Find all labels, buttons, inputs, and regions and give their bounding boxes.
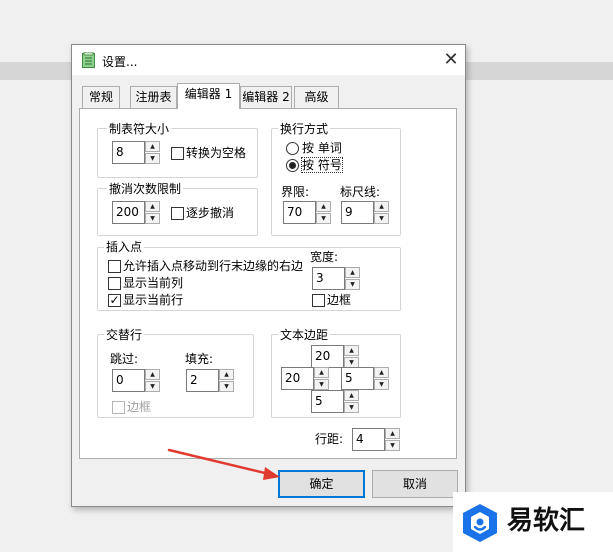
caret-border-checkbox[interactable] bbox=[312, 294, 325, 307]
spin-up-icon[interactable]: ▲ bbox=[345, 267, 360, 278]
tab-advanced[interactable]: 高级 bbox=[294, 86, 339, 108]
alternate-border-label: 边框 bbox=[127, 400, 152, 414]
show-column-label: 显示当前列 bbox=[123, 276, 184, 290]
undo-limit-label: 撤消次数限制 bbox=[107, 182, 184, 196]
fill-label: 填充: bbox=[185, 352, 214, 366]
spin-down-icon[interactable]: ▼ bbox=[374, 213, 389, 224]
ruler-input[interactable]: 9 bbox=[341, 201, 374, 224]
undo-limit-input[interactable]: 200 bbox=[112, 201, 145, 224]
show-row-label: 显示当前行 bbox=[123, 293, 184, 307]
cancel-button[interactable]: 取消 bbox=[372, 470, 458, 498]
ruler-spinner: 9 ▲ ▼ bbox=[341, 201, 389, 224]
margin-bottom-spinner: 5 ▲ ▼ bbox=[311, 390, 359, 413]
title-bar: 设置... ✕ bbox=[72, 45, 465, 75]
wrap-mode-label: 换行方式 bbox=[278, 122, 331, 136]
spin-up-icon[interactable]: ▲ bbox=[314, 367, 329, 378]
close-icon[interactable]: ✕ bbox=[438, 47, 464, 73]
settings-dialog: 设置... ✕ 常规 注册表 编辑器 1 编辑器 2 高级 制表符大小 8 ▲ … bbox=[71, 44, 466, 507]
step-undo-checkbox[interactable] bbox=[171, 207, 184, 220]
spin-down-icon[interactable]: ▼ bbox=[344, 402, 359, 413]
skip-spinner: 0 ▲ ▼ bbox=[112, 369, 160, 392]
spin-up-icon[interactable]: ▲ bbox=[145, 369, 160, 380]
line-spacing-label: 行距: bbox=[315, 432, 344, 446]
tab-editor-2[interactable]: 编辑器 2 bbox=[240, 86, 292, 108]
caret-width-spinner: 3 ▲ ▼ bbox=[312, 267, 360, 290]
caret-width-label: 宽度: bbox=[310, 250, 339, 264]
caret-border-label: 边框 bbox=[327, 293, 352, 307]
ruler-label: 标尺线: bbox=[340, 185, 381, 199]
editor-panel: 制表符大小 8 ▲ ▼ 转换为空格 撤消次数限制 200 ▲ ▼ 逐步撤消 换行… bbox=[79, 108, 457, 459]
spin-down-icon[interactable]: ▼ bbox=[145, 381, 160, 392]
spin-up-icon[interactable]: ▲ bbox=[344, 345, 359, 356]
step-undo-label: 逐步撤消 bbox=[186, 206, 235, 220]
watermark: 易软汇 bbox=[453, 492, 613, 552]
spin-up-icon[interactable]: ▲ bbox=[374, 201, 389, 212]
undo-limit-spinner: 200 ▲ ▼ bbox=[112, 201, 160, 224]
spin-down-icon[interactable]: ▼ bbox=[385, 440, 400, 451]
red-arrow-annotation bbox=[167, 448, 280, 480]
tab-general[interactable]: 常规 bbox=[82, 86, 120, 108]
limit-label: 界限: bbox=[281, 185, 310, 199]
wrap-by-char-label: 按 符号 bbox=[301, 157, 343, 173]
wrap-by-char-radio[interactable] bbox=[286, 159, 299, 172]
spin-down-icon[interactable]: ▼ bbox=[145, 213, 160, 224]
fill-input[interactable]: 2 bbox=[186, 369, 219, 392]
tab-size-spinner: 8 ▲ ▼ bbox=[112, 141, 160, 164]
tab-registry[interactable]: 注册表 bbox=[130, 86, 177, 108]
show-row-checkbox[interactable]: ✓ bbox=[108, 294, 121, 307]
caret-width-input[interactable]: 3 bbox=[312, 267, 345, 290]
spin-up-icon[interactable]: ▲ bbox=[344, 390, 359, 401]
wrap-by-word-radio[interactable] bbox=[286, 142, 299, 155]
text-margins-label: 文本边距 bbox=[278, 328, 331, 342]
spin-down-icon[interactable]: ▼ bbox=[219, 381, 234, 392]
convert-spaces-label: 转换为空格 bbox=[186, 146, 247, 160]
alternate-border-checkbox bbox=[112, 401, 125, 414]
tab-size-label: 制表符大小 bbox=[107, 122, 172, 136]
limit-spinner: 70 ▲ ▼ bbox=[283, 201, 331, 224]
skip-label: 跳过: bbox=[110, 352, 139, 366]
tab-editor-1[interactable]: 编辑器 1 bbox=[177, 83, 240, 109]
line-spacing-spinner: 4 ▲ ▼ bbox=[352, 428, 400, 451]
spin-up-icon[interactable]: ▲ bbox=[374, 367, 389, 378]
line-spacing-input[interactable]: 4 bbox=[352, 428, 385, 451]
dialog-title: 设置... bbox=[102, 55, 138, 69]
caret-label: 插入点 bbox=[104, 240, 145, 254]
show-column-checkbox[interactable] bbox=[108, 277, 121, 290]
spin-down-icon[interactable]: ▼ bbox=[145, 153, 160, 164]
spin-down-icon[interactable]: ▼ bbox=[374, 379, 389, 390]
convert-spaces-checkbox[interactable] bbox=[171, 147, 184, 160]
margin-right-input[interactable]: 5 bbox=[341, 367, 374, 390]
skip-input[interactable]: 0 bbox=[112, 369, 145, 392]
wrap-by-word-label: 按 单词 bbox=[302, 141, 342, 155]
spin-down-icon[interactable]: ▼ bbox=[314, 379, 329, 390]
spin-down-icon[interactable]: ▼ bbox=[345, 279, 360, 290]
fill-spinner: 2 ▲ ▼ bbox=[186, 369, 234, 392]
spin-up-icon[interactable]: ▲ bbox=[145, 141, 160, 152]
ok-button[interactable]: 确定 bbox=[278, 470, 365, 498]
watermark-logo-icon bbox=[459, 502, 501, 544]
margin-left-spinner: 20 ▲ ▼ bbox=[281, 367, 329, 390]
alternate-rows-label: 交替行 bbox=[104, 328, 145, 342]
margin-left-input[interactable]: 20 bbox=[281, 367, 314, 390]
margin-top-spinner: 20 ▲ ▼ bbox=[311, 345, 359, 368]
allow-caret-move-checkbox[interactable] bbox=[108, 260, 121, 273]
spin-down-icon[interactable]: ▼ bbox=[316, 213, 331, 224]
spin-up-icon[interactable]: ▲ bbox=[316, 201, 331, 212]
spin-up-icon[interactable]: ▲ bbox=[145, 201, 160, 212]
margin-bottom-input[interactable]: 5 bbox=[311, 390, 344, 413]
tab-size-input[interactable]: 8 bbox=[112, 141, 145, 164]
allow-caret-move-label: 允许插入点移动到行末边缘的右边 bbox=[123, 259, 304, 273]
margin-top-input[interactable]: 20 bbox=[311, 345, 344, 368]
margin-right-spinner: 5 ▲ ▼ bbox=[341, 367, 389, 390]
notepad-icon bbox=[82, 51, 95, 68]
watermark-text: 易软汇 bbox=[507, 506, 586, 536]
spin-up-icon[interactable]: ▲ bbox=[385, 428, 400, 439]
spin-up-icon[interactable]: ▲ bbox=[219, 369, 234, 380]
limit-input[interactable]: 70 bbox=[283, 201, 316, 224]
